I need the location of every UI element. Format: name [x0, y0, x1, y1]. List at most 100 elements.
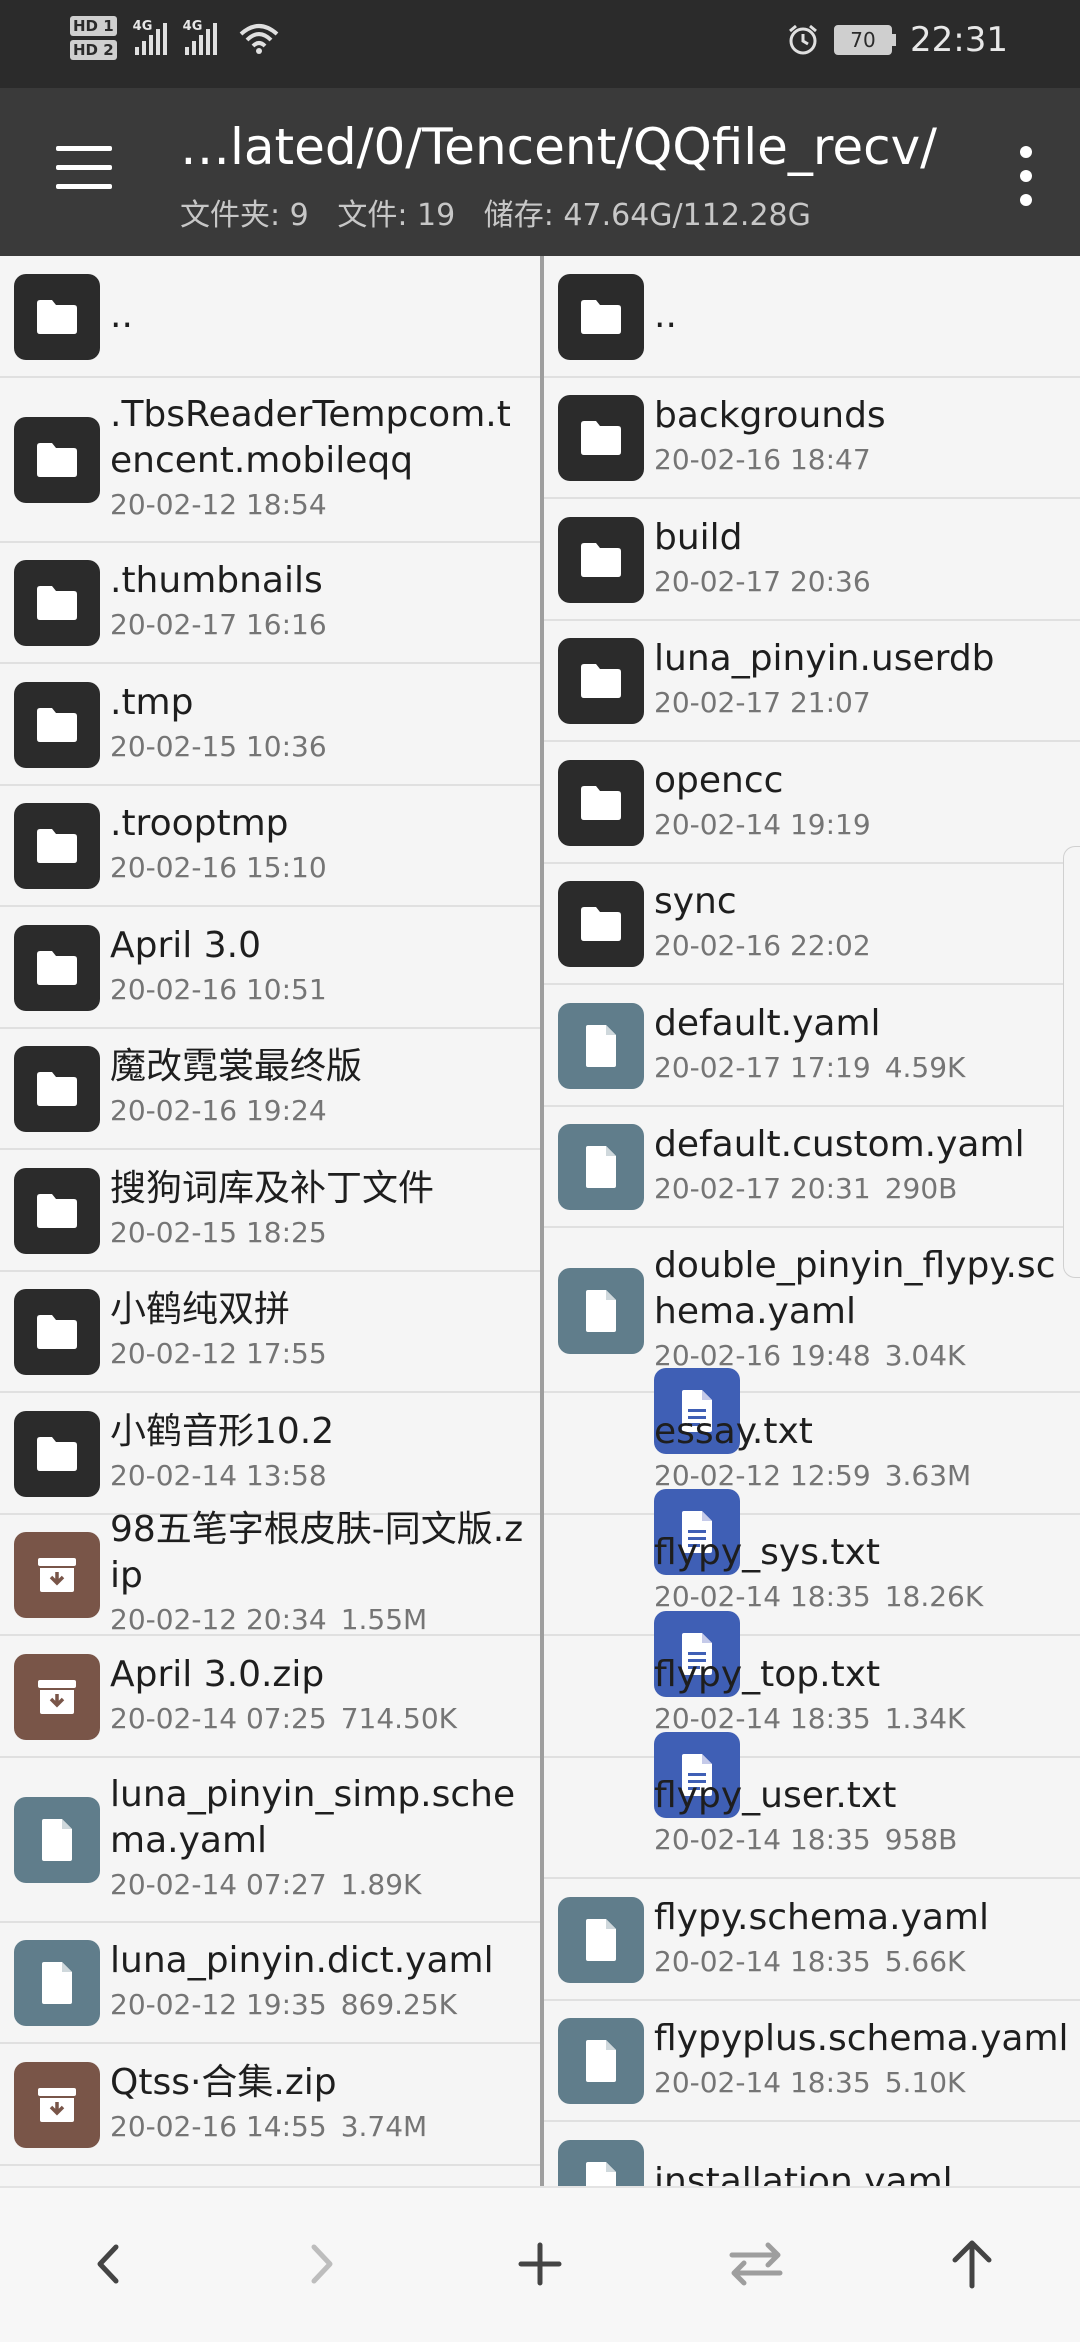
file-row[interactable]: luna_pinyin.dict.yaml 20-02-12 19:35 869.2… — [0, 1923, 540, 2044]
left-file-pane[interactable]: .. .TbsReaderTempcom.tencent.mobileqq 20-0… — [0, 256, 544, 2186]
up-button[interactable] — [936, 2228, 1008, 2300]
file-icon[interactable] — [558, 2018, 644, 2105]
folder-icon[interactable] — [14, 1289, 100, 1376]
file-info: flypy.schema.yaml 20-02-14 18:35 5.66K — [654, 1895, 1070, 1983]
file-row[interactable]: flypy_sys.txt 20-02-14 18:35 18.26K — [544, 1489, 1080, 1636]
file-row[interactable]: .trooptmp 20-02-16 15:10 — [0, 786, 540, 907]
file-date: 20-02-12 12:59 — [654, 1458, 871, 1492]
file-row[interactable]: build 20-02-17 20:36 — [544, 499, 1080, 621]
file-row[interactable]: essay.txt 20-02-12 12:59 3.63M — [544, 1367, 1080, 1515]
file-name: .TbsReaderTempcom.tencent.mobileqq — [110, 394, 511, 481]
file-row[interactable]: opencc 20-02-14 19:19 — [544, 742, 1080, 864]
file-row[interactable]: April 3.0 20-02-16 10:51 — [0, 907, 540, 1029]
folder-icon[interactable] — [14, 417, 100, 503]
file-icon[interactable] — [558, 1267, 644, 1354]
menu-icon[interactable] — [56, 146, 112, 190]
file-name: .. — [110, 294, 133, 336]
file-info: 98五笔字根皮肤-同文版.zip 20-02-12 20:34 1.55M — [110, 1507, 530, 1641]
forward-icon — [311, 2244, 333, 2284]
file-row[interactable]: flypyplus.schema.yaml 20-02-14 18:35 5.10K — [544, 2001, 1080, 2122]
file-date: 20-02-17 17:19 — [654, 1050, 871, 1084]
file-row[interactable]: luna_pinyin_simp.schema.yaml 20-02-14 07:… — [0, 1758, 540, 1923]
file-icon[interactable] — [558, 1124, 644, 1211]
file-size: 1.55M — [340, 1603, 428, 1637]
file-icon[interactable] — [558, 1002, 644, 1089]
file-date: 20-02-12 17:55 — [110, 1337, 327, 1371]
swap-button[interactable] — [720, 2228, 792, 2300]
add-button[interactable] — [504, 2228, 576, 2300]
file-row[interactable]: sync 20-02-16 22:02 — [544, 864, 1080, 985]
file-row[interactable]: 搜狗词库及补丁文件 20-02-15 18:25 — [0, 1150, 540, 1272]
folder-icon[interactable] — [558, 881, 644, 968]
folder-icon[interactable] — [558, 638, 644, 725]
archive-icon[interactable] — [14, 1653, 100, 1740]
fast-scroll-handle[interactable] — [1063, 846, 1080, 1278]
file-size: 5.66K — [884, 1944, 966, 1978]
file-row[interactable]: .. — [0, 256, 540, 378]
file-name: flypy_user.txt — [654, 1775, 897, 1817]
file-row[interactable]: .thumbnails 20-02-17 16:16 — [0, 543, 540, 664]
file-icon[interactable] — [14, 1940, 100, 2027]
file-info: essay.txt 20-02-12 12:59 3.63M — [654, 1409, 1070, 1497]
more-options-icon[interactable] — [1016, 146, 1036, 206]
folder-icon[interactable] — [14, 1410, 100, 1497]
file-row[interactable]: 98五笔字根皮肤-同文版.zip 20-02-12 20:34 1.55M — [0, 1509, 540, 1636]
back-button[interactable] — [72, 2228, 144, 2300]
folder-icon[interactable] — [14, 1167, 100, 1254]
right-file-pane[interactable]: .. backgrounds 20-02-16 18:47 build 20-02-17… — [544, 256, 1080, 2186]
folder-icon[interactable] — [558, 395, 644, 482]
file-size: 18.26K — [884, 1580, 984, 1614]
file-info: 搜狗词库及补丁文件 20-02-15 18:25 — [110, 1166, 530, 1254]
file-row[interactable]: .TbsReaderTempcom.tencent.mobileqq 20-02-… — [0, 378, 540, 543]
archive-icon[interactable] — [14, 1532, 100, 1619]
folder-icon[interactable] — [14, 681, 100, 768]
status-left: HD 1 HD 2 4G 4G — [70, 16, 279, 60]
folder-icon[interactable] — [14, 803, 100, 890]
folder-icon[interactable] — [558, 273, 644, 360]
file-meta: 20-02-15 18:25 — [110, 1212, 530, 1254]
file-row[interactable]: .tmp 20-02-15 10:36 — [0, 664, 540, 786]
file-row[interactable]: 小鹤音形10.2 20-02-14 13:58 — [0, 1393, 540, 1515]
file-meta: 20-02-12 18:54 — [110, 484, 530, 526]
file-icon[interactable] — [14, 1797, 100, 1883]
file-row[interactable]: default.yaml 20-02-17 17:19 4.59K — [544, 985, 1080, 1107]
clock: 22:31 — [910, 20, 1008, 60]
file-date: 20-02-14 18:35 — [654, 1701, 871, 1735]
file-size: 869.25K — [340, 1988, 458, 2022]
file-date: 20-02-15 18:25 — [110, 1215, 327, 1249]
file-name: flypy_sys.txt — [654, 1532, 880, 1574]
file-meta: 20-02-14 18:35 958B — [654, 1819, 1070, 1861]
file-row[interactable]: flypy_user.txt 20-02-14 18:35 958B — [544, 1732, 1080, 1879]
file-row[interactable]: installation.yaml — [544, 2122, 1080, 2186]
file-meta: 20-02-17 17:19 4.59K — [654, 1047, 1070, 1089]
file-name: luna_pinyin.userdb — [654, 638, 995, 680]
folder-icon[interactable] — [14, 1046, 100, 1133]
archive-icon[interactable] — [14, 2061, 100, 2148]
file-row[interactable]: backgrounds 20-02-16 18:47 — [544, 378, 1080, 499]
file-name: flypy.schema.yaml — [654, 1896, 989, 1938]
file-row[interactable]: 魔改霓裳最终版 20-02-16 19:24 — [0, 1029, 540, 1150]
file-row[interactable]: double_pinyin_flypy.schema.yaml 20-02-16 … — [544, 1228, 1080, 1393]
file-row[interactable]: Qtss·合集.zip 20-02-16 14:55 3.74M — [0, 2044, 540, 2166]
file-date: 20-02-16 19:48 — [654, 1338, 871, 1372]
file-row[interactable]: flypy.schema.yaml 20-02-14 18:35 5.66K — [544, 1879, 1080, 2001]
file-name: 小鹤音形10.2 — [110, 1410, 335, 1452]
file-name: .trooptmp — [110, 803, 289, 845]
file-row[interactable]: 小鹤纯双拼 20-02-12 17:55 — [0, 1272, 540, 1393]
folder-icon[interactable] — [14, 560, 100, 647]
file-row[interactable]: flypy_top.txt 20-02-14 18:35 1.34K — [544, 1610, 1080, 1758]
file-icon[interactable] — [558, 1896, 644, 1983]
folder-icon[interactable] — [14, 273, 100, 360]
file-info: luna_pinyin.dict.yaml 20-02-12 19:35 869.2… — [110, 1938, 530, 2026]
folder-icon[interactable] — [14, 924, 100, 1011]
forward-button[interactable] — [286, 2228, 358, 2300]
folder-icon[interactable] — [558, 516, 644, 603]
file-row[interactable]: April 3.0.zip 20-02-14 07:25 714.50K — [0, 1636, 540, 1758]
file-icon[interactable] — [558, 2139, 644, 2186]
file-date: 20-02-14 18:35 — [654, 2066, 871, 2100]
file-row[interactable]: luna_pinyin.userdb 20-02-17 21:07 — [544, 621, 1080, 742]
file-row[interactable]: .. — [544, 256, 1080, 378]
folder-icon[interactable] — [558, 759, 644, 846]
file-row[interactable]: default.custom.yaml 20-02-17 20:31 290B — [544, 1107, 1080, 1228]
file-info: flypy_top.txt 20-02-14 18:35 1.34K — [654, 1652, 1070, 1740]
